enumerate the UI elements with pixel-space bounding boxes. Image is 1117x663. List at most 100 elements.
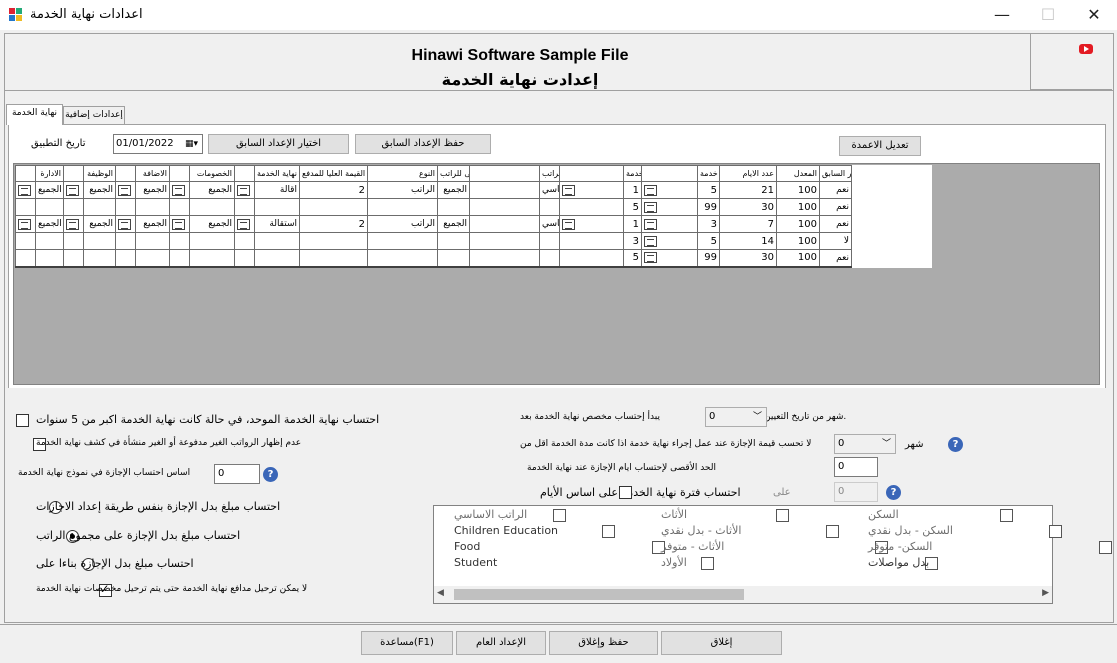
col-header-salary-items[interactable]: بنود الراتب — [539, 165, 560, 182]
cell-reason[interactable]: استقالة — [254, 215, 300, 233]
save-close-button[interactable]: حفظ وإغلاق — [549, 631, 658, 655]
cell-from-period[interactable]: 3 — [623, 232, 642, 250]
row-picker-icon[interactable] — [644, 184, 657, 196]
cell-job[interactable]: الجميع — [83, 181, 116, 199]
cell-approve-prev[interactable]: نعم — [819, 198, 852, 216]
cell-addition[interactable]: الجميع — [135, 181, 170, 199]
row-picker-icon[interactable] — [237, 218, 250, 230]
row-picker-icon[interactable] — [644, 235, 657, 247]
cell-reason[interactable]: اقالة — [254, 181, 300, 199]
cell-rate[interactable]: 100 — [776, 232, 820, 250]
table-row[interactable]: 5 99 30 100 نعم — [15, 198, 932, 216]
settings-grid[interactable]: الادارة الوظيفة الاضافة الخصومات سبب نها… — [15, 165, 932, 268]
minimize-button[interactable]: — — [979, 0, 1025, 30]
col-header-department[interactable]: الادارة — [35, 165, 64, 182]
row-picker-icon[interactable] — [118, 184, 131, 196]
cell-rate[interactable]: 100 — [776, 198, 820, 216]
salary-item-checkbox[interactable] — [776, 508, 789, 522]
row-picker-icon[interactable] — [644, 218, 657, 230]
cell-to-period[interactable]: 99 — [697, 249, 720, 268]
col-header-type[interactable]: النوع — [367, 165, 438, 182]
max-leave-days-input[interactable]: 0 — [834, 457, 878, 477]
cell-to-period[interactable]: 3 — [697, 215, 720, 233]
table-row[interactable]: 5 99 30 100 نعم — [15, 249, 932, 268]
row-picker-icon[interactable] — [644, 201, 657, 213]
scroll-left-icon[interactable]: ◀ — [437, 588, 444, 598]
cell-salary-items[interactable]: الراتب الاساسي — [539, 181, 560, 199]
salary-item-checkbox[interactable] — [999, 508, 1013, 522]
save-previous-setting-button[interactable]: حفظ الإعداد السابق — [355, 134, 491, 154]
table-row[interactable]: 3 5 14 100 لا — [15, 232, 932, 250]
table-row[interactable]: الجميع الجميع الجميع الجميع استقالة 2 ال… — [15, 215, 932, 233]
cell-max-value[interactable]: 2 — [299, 181, 368, 199]
salary-item-checkbox[interactable] — [552, 508, 566, 522]
help-button[interactable]: مساعدة(F1) — [361, 631, 453, 655]
close-window-button[interactable]: ✕ — [1071, 0, 1117, 30]
help-icon[interactable]: ? — [263, 467, 278, 482]
cell-days[interactable]: 30 — [719, 249, 777, 268]
row-picker-icon[interactable] — [18, 218, 31, 230]
col-header-rate[interactable]: المعدل — [776, 165, 820, 182]
cell-approve-prev[interactable]: نعم — [819, 215, 852, 233]
col-header-deductions[interactable]: الخصومات — [189, 165, 235, 182]
choose-previous-setting-button[interactable]: اختيار الإعداد السابق — [208, 134, 349, 154]
cell-days[interactable]: 21 — [719, 181, 777, 199]
cell-max-salary[interactable]: الجميع — [437, 181, 470, 199]
period-days-checkbox[interactable] — [619, 485, 632, 499]
cell-department[interactable]: الجميع — [35, 181, 64, 199]
row-picker-icon[interactable] — [237, 184, 250, 196]
row-picker-icon[interactable] — [644, 252, 657, 264]
cell-from-period[interactable]: 1 — [623, 215, 642, 233]
cell-approve-prev[interactable]: نعم — [819, 181, 852, 199]
row-picker-icon[interactable] — [118, 218, 131, 230]
cell-rate[interactable]: 100 — [776, 215, 820, 233]
salary-item-checkbox[interactable] — [1098, 540, 1112, 554]
row-picker-icon[interactable] — [562, 184, 575, 196]
cell-deductions[interactable]: الجميع — [189, 181, 235, 199]
cell-from-period[interactable]: 1 — [623, 181, 642, 199]
table-row[interactable]: الجميع الجميع الجميع الجميع اقالة 2 الرا… — [15, 181, 932, 199]
salary-item-checkbox[interactable] — [701, 556, 714, 570]
row-picker-icon[interactable] — [66, 218, 79, 230]
cell-approve-prev[interactable]: لا — [819, 232, 852, 250]
cell-department[interactable]: الجميع — [35, 215, 64, 233]
row-picker-icon[interactable] — [172, 184, 185, 196]
row-picker-icon[interactable] — [18, 184, 31, 196]
cell-from-period[interactable]: 5 — [623, 198, 642, 216]
tab-additional-settings[interactable]: إعدادات إضافية — [63, 106, 125, 124]
cell-to-period[interactable]: 5 — [697, 232, 720, 250]
scroll-right-icon[interactable]: ▶ — [1042, 588, 1049, 598]
cell-deductions[interactable]: الجميع — [189, 215, 235, 233]
row-picker-icon[interactable] — [66, 184, 79, 196]
row-picker-icon[interactable] — [172, 218, 185, 230]
cell-days[interactable]: 14 — [719, 232, 777, 250]
cell-max-value[interactable]: 2 — [299, 215, 368, 233]
general-settings-button[interactable]: الإعداد العام — [456, 631, 546, 655]
cell-type[interactable]: الراتب — [367, 215, 438, 233]
leave-basis-input[interactable]: 0 — [214, 464, 260, 484]
cell-approve-prev[interactable]: نعم — [819, 249, 852, 268]
col-header-reason[interactable]: سبب نهاية الخدمة — [254, 165, 300, 182]
col-header-max-salary[interactable]: الحد الاعلى للراتب — [437, 165, 470, 182]
col-header-from-period[interactable]: من فترة خدمة — [623, 165, 642, 182]
cell-to-period[interactable]: 5 — [697, 181, 720, 199]
cell-salary-items[interactable]: الراتب الاساسي — [539, 215, 560, 233]
cell-job[interactable]: الجميع — [83, 215, 116, 233]
cell-rate[interactable]: 100 — [776, 181, 820, 199]
cell-days[interactable]: 7 — [719, 215, 777, 233]
cell-max-salary[interactable]: الجميع — [437, 215, 470, 233]
no-leave-months-select[interactable]: 0 ﹀ — [834, 434, 896, 454]
cell-addition[interactable]: الجميع — [135, 215, 170, 233]
unified-eos-checkbox[interactable] — [16, 413, 29, 427]
scrollbar-thumb[interactable] — [454, 589, 744, 600]
col-header-to-period[interactable]: الى فترة خدمة — [697, 165, 720, 182]
start-months-select[interactable]: 0 ﹀ — [705, 407, 767, 427]
row-picker-icon[interactable] — [562, 218, 575, 230]
salary-item-checkbox[interactable] — [1049, 524, 1062, 538]
cell-days[interactable]: 30 — [719, 198, 777, 216]
help-icon[interactable]: ? — [948, 437, 963, 452]
cell-rate[interactable]: 100 — [776, 249, 820, 268]
cell-type[interactable]: الراتب — [367, 181, 438, 199]
col-header-max-value[interactable]: القيمة العليا للمدفع — [299, 165, 368, 182]
col-header-approve-prev[interactable]: إعتماد السطر السابق — [819, 165, 852, 182]
